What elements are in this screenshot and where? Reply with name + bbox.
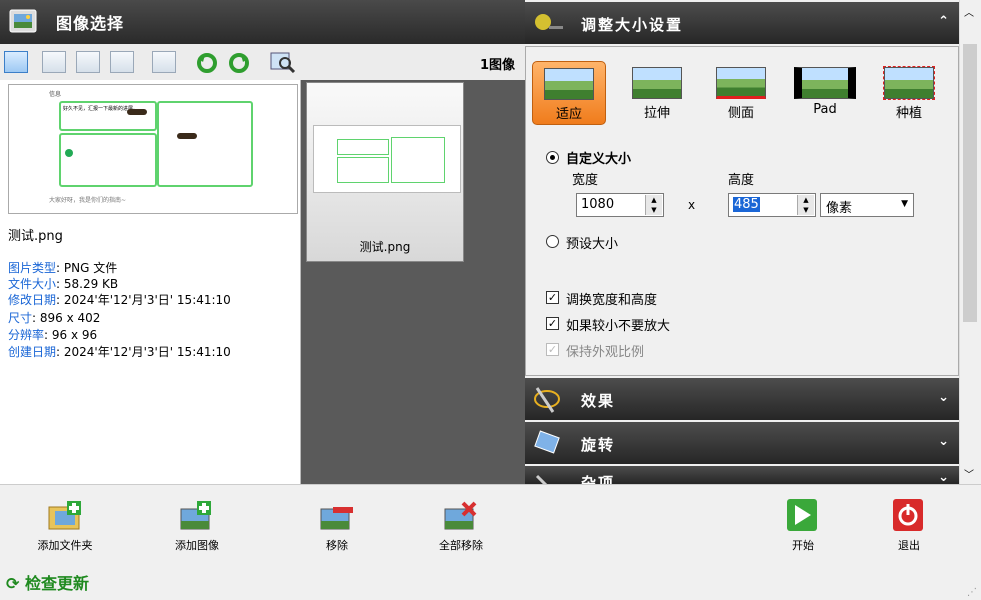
start-button[interactable]: 开始 (758, 499, 848, 553)
exit-button[interactable]: 退出 (864, 499, 954, 553)
meta-modified: 修改日期: 2024'年'12'月'3'日' 15:41:10 (8, 293, 231, 307)
height-label: 高度 (728, 173, 755, 188)
height-input[interactable]: 485 ▲ ▼ (728, 193, 816, 217)
power-icon (891, 499, 927, 533)
mode-stretch-button[interactable]: 拉伸 (620, 61, 694, 125)
no-enlarge-label: 如果较小不要放大 (566, 319, 671, 334)
expand-down-icon[interactable]: ⌄ (938, 470, 949, 484)
view-toolbar: 1图像 (0, 44, 525, 81)
scroll-up-icon[interactable]: ︿ (964, 4, 974, 19)
mode-pad-button[interactable]: Pad (788, 61, 862, 125)
swap-dimensions-label: 调换宽度和高度 (566, 293, 658, 308)
photo-album-icon (8, 6, 40, 36)
view-tiles-button[interactable] (42, 51, 66, 73)
view-list-button[interactable] (152, 51, 176, 73)
check-update-link[interactable]: ⟳ 检查更新 (6, 570, 89, 594)
meta-resolution: 分辨率: 96 x 96 (8, 328, 98, 342)
preview-text-footer: 大家好呀，我是你们的指南~ (49, 197, 127, 204)
width-label: 宽度 (572, 173, 599, 188)
view-thumbnails-button[interactable] (76, 51, 100, 73)
misc-title: 杂项 (581, 474, 616, 484)
magic-wand-icon (531, 384, 565, 414)
resize-grip-icon[interactable]: ⋰ (967, 587, 977, 598)
panel-title: 图像选择 (56, 14, 125, 33)
remove-image-icon (319, 499, 355, 533)
unit-select[interactable]: 像素 ▼ (820, 193, 914, 217)
no-enlarge-checkbox[interactable]: ✓ (546, 317, 559, 330)
meta-dimensions: 尺寸: 896 x 402 (8, 311, 101, 325)
image-gallery: 测试.png (301, 80, 525, 484)
preset-size-label: 预设大小 (566, 237, 619, 252)
remove-all-icon (443, 499, 479, 533)
resize-settings-body: 适应 拉伸 侧面 Pad 种植 自定义大小 宽度 高度 1080 ▲ ▼ x 485… (525, 46, 959, 376)
play-icon (785, 499, 821, 533)
image-preview: 信息 好久不见，汇报一下最新的进展。 大家好呀，我是你们的指南~ (8, 84, 298, 214)
refresh-icon: ⟳ (6, 574, 20, 593)
keep-ratio-checkbox[interactable]: ✓ (546, 343, 559, 356)
height-spinner-icon[interactable]: ▲ ▼ (797, 195, 814, 215)
preview-text-top: 信息 (49, 91, 62, 98)
settings-panel: 调整大小设置 ⌃ 适应 拉伸 侧面 Pad 种植 自定义大小 宽度 高度 108… (525, 0, 959, 484)
rotate-left-icon[interactable] (196, 52, 218, 74)
resize-section-header[interactable]: 调整大小设置 ⌃ (525, 2, 959, 44)
rotate-photo-icon (531, 428, 565, 458)
zoom-preview-icon[interactable] (270, 51, 296, 74)
meta-size: 文件大小: 58.29 KB (8, 277, 119, 291)
file-name: 测试.png (8, 229, 63, 244)
add-image-button[interactable]: 添加图像 (152, 499, 242, 553)
mode-fit-button[interactable]: 适应 (532, 61, 606, 125)
image-count: 1图像 (479, 58, 515, 73)
scroll-down-icon[interactable]: ﹀ (964, 466, 974, 481)
gallery-item[interactable]: 测试.png (306, 82, 464, 262)
meta-type: 图片类型: PNG 文件 (8, 261, 118, 275)
view-details-button[interactable] (4, 51, 28, 73)
preset-size-radio[interactable] (546, 235, 559, 248)
image-info-pane: 信息 好久不见，汇报一下最新的进展。 大家好呀，我是你们的指南~ 测试.png … (0, 80, 301, 484)
rotate-right-icon[interactable] (228, 52, 250, 74)
add-image-icon (179, 499, 215, 533)
add-folder-icon (47, 499, 83, 533)
rotate-title: 旋转 (581, 436, 616, 454)
custom-size-radio[interactable] (546, 151, 559, 164)
expand-down-icon[interactable]: ⌄ (938, 390, 949, 405)
chevron-down-icon: ▼ (901, 199, 908, 209)
settings-scrollbar[interactable]: ︿ ﹀ (959, 0, 981, 484)
tools-icon (531, 472, 565, 484)
effects-title: 效果 (581, 392, 616, 410)
gallery-caption: 测试.png (359, 240, 411, 254)
mode-crop-button[interactable]: 种植 (872, 61, 946, 125)
image-selection-header: 图像选择 (0, 0, 525, 44)
misc-section-header[interactable]: 杂项 ⌄ (525, 466, 959, 484)
view-grid-button[interactable] (110, 51, 134, 73)
swap-dimensions-checkbox[interactable]: ✓ (546, 291, 559, 304)
mode-side-button[interactable]: 侧面 (704, 61, 778, 125)
custom-size-label: 自定义大小 (566, 152, 632, 167)
keep-ratio-label: 保持外观比例 (566, 345, 645, 360)
resize-section-title: 调整大小设置 (581, 16, 684, 34)
scroll-thumb[interactable] (963, 44, 977, 322)
meta-created: 创建日期: 2024'年'12'月'3'日' 15:41:10 (8, 345, 231, 359)
effects-section-header[interactable]: 效果 ⌄ (525, 378, 959, 420)
collapse-up-icon[interactable]: ⌃ (938, 14, 949, 29)
remove-button[interactable]: 移除 (292, 499, 382, 553)
expand-down-icon[interactable]: ⌄ (938, 434, 949, 449)
add-folder-button[interactable]: 添加文件夹 (20, 499, 110, 553)
rotate-section-header[interactable]: 旋转 ⌄ (525, 422, 959, 464)
width-input[interactable]: 1080 ▲ ▼ (576, 193, 664, 217)
action-bar: 添加文件夹 添加图像 移除 全部移除 开始 退出 ⟳ 检查更新 ⋰ (0, 484, 981, 600)
remove-all-button[interactable]: 全部移除 (416, 499, 506, 553)
resize-icon (531, 8, 565, 38)
size-separator: x (688, 198, 696, 212)
width-spinner-icon[interactable]: ▲ ▼ (645, 195, 662, 215)
